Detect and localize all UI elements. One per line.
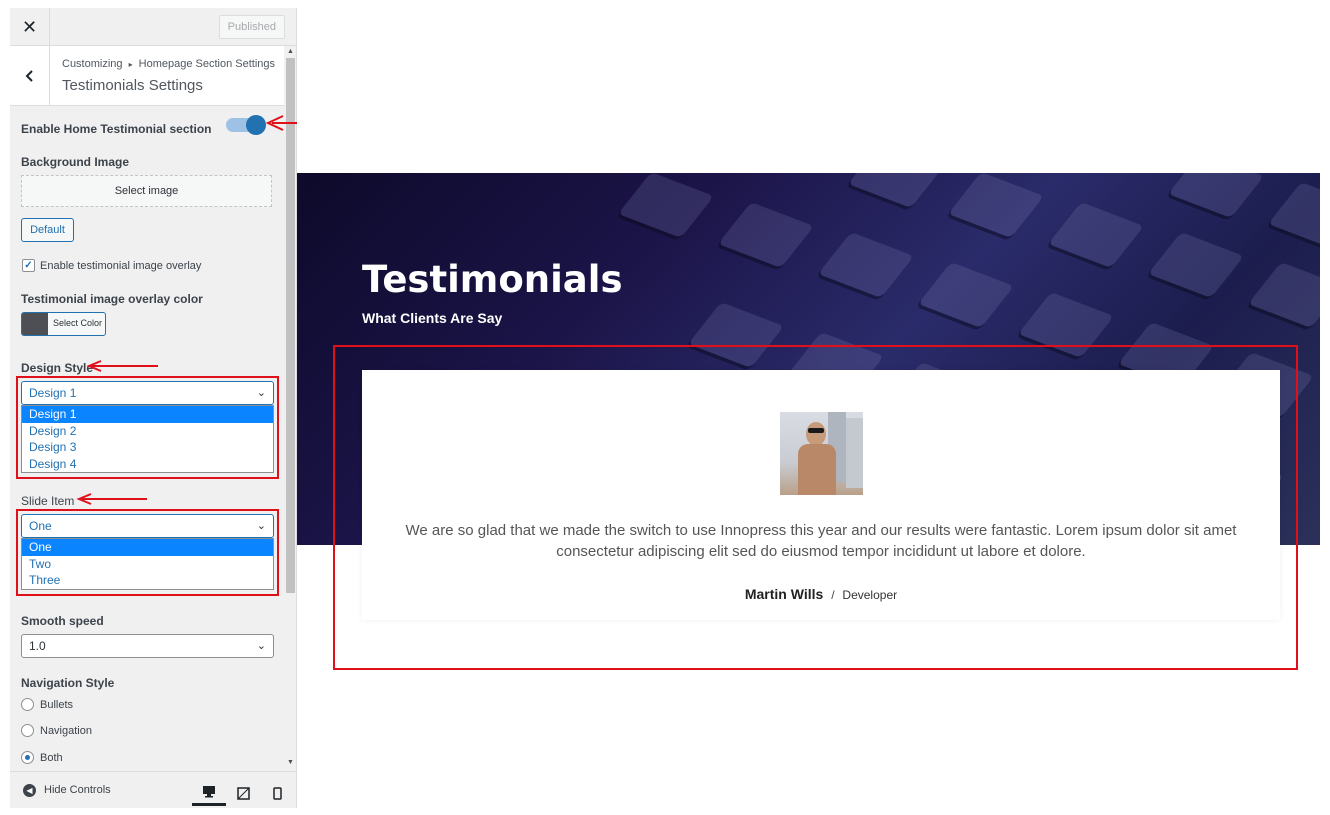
enable-testimonial-label: Enable Home Testimonial section: [21, 122, 212, 136]
smooth-speed-select[interactable]: 1.0 ⌄: [21, 634, 274, 658]
keyboard-key-decor: [617, 173, 715, 238]
sidebar-scrollbar[interactable]: ▲ ▼: [284, 46, 296, 771]
chevron-down-icon: ⌄: [256, 640, 266, 652]
radio-both-label: Both: [40, 752, 63, 764]
keyboard-key-decor: [1167, 173, 1265, 218]
sidebar-footer: ◀ Hide Controls: [10, 771, 296, 808]
overlay-checkbox[interactable]: ✓: [22, 259, 35, 272]
preview-highlight-box: [333, 345, 1298, 670]
overlay-color-label: Testimonial image overlay color: [21, 292, 203, 306]
keyboard-key-decor: [717, 202, 815, 268]
select-color-label: Select Color: [53, 318, 103, 328]
testimonials-subtitle: What Clients Are Say: [362, 310, 503, 326]
keyboard-key-decor: [1267, 182, 1320, 248]
toggle-knob: [246, 115, 266, 135]
back-chevron-icon[interactable]: [10, 46, 50, 106]
keyboard-key-decor: [817, 232, 915, 298]
select-image-button[interactable]: Select image: [21, 175, 272, 207]
section-title: Testimonials Settings: [62, 77, 203, 94]
keyboard-key-decor: [1047, 202, 1145, 268]
slide-item-label: Slide Item: [21, 494, 75, 508]
navigation-style-label: Navigation Style: [21, 676, 115, 690]
overlay-checkbox-label: Enable testimonial image overlay: [40, 260, 202, 272]
radio-bullets[interactable]: [21, 698, 34, 711]
keyboard-key-decor: [947, 173, 1045, 238]
background-image-label: Background Image: [21, 155, 130, 169]
hide-controls-button[interactable]: Hide Controls: [44, 784, 111, 796]
desktop-icon[interactable]: [192, 780, 226, 806]
scroll-down-arrow-icon[interactable]: ▼: [286, 759, 295, 766]
scroll-up-arrow-icon[interactable]: ▲: [286, 48, 295, 55]
breadcrumb-root: Customizing: [62, 58, 123, 70]
smooth-speed-label: Smooth speed: [21, 614, 104, 628]
customizer-window: ✕ Published Customizing ▸ Homepage Secti…: [0, 0, 1330, 815]
breadcrumb: Customizing ▸ Homepage Section Settings: [62, 58, 275, 70]
keyboard-key-decor: [1147, 232, 1245, 298]
radio-both[interactable]: [21, 751, 34, 764]
radio-bullets-label: Bullets: [40, 699, 74, 711]
color-swatch: [22, 313, 48, 335]
slide-item-highlight-box: [16, 509, 279, 596]
sidebar-topbar: ✕ Published: [10, 8, 296, 46]
keyboard-key-decor: [847, 173, 945, 208]
enable-testimonial-toggle[interactable]: [226, 115, 266, 135]
tablet-icon[interactable]: [226, 780, 260, 806]
breadcrumb-parent: Homepage Section Settings: [138, 58, 276, 70]
radio-navigation[interactable]: [21, 724, 34, 737]
default-button[interactable]: Default: [21, 218, 74, 242]
testimonials-title: Testimonials: [362, 258, 623, 301]
keyboard-key-decor: [917, 262, 1015, 328]
section-header: Customizing ▸ Homepage Section Settings …: [10, 46, 284, 106]
select-color-button[interactable]: Select Color: [21, 312, 106, 336]
published-button[interactable]: Published: [218, 15, 285, 39]
mobile-icon[interactable]: [260, 780, 294, 806]
hide-controls-icon[interactable]: ◀: [23, 784, 36, 797]
scroll-thumb[interactable]: [286, 58, 295, 593]
radio-navigation-label: Navigation: [40, 725, 92, 737]
design-style-highlight-box: [16, 376, 279, 479]
site-preview: Testimonials What Clients Are Say We are…: [297, 8, 1320, 808]
keyboard-key-decor: [1247, 262, 1320, 328]
breadcrumb-separator: ▸: [128, 60, 133, 69]
design-style-label: Design Style: [21, 361, 94, 375]
close-icon[interactable]: ✕: [10, 8, 50, 46]
smooth-speed-value: 1.0: [29, 639, 46, 653]
